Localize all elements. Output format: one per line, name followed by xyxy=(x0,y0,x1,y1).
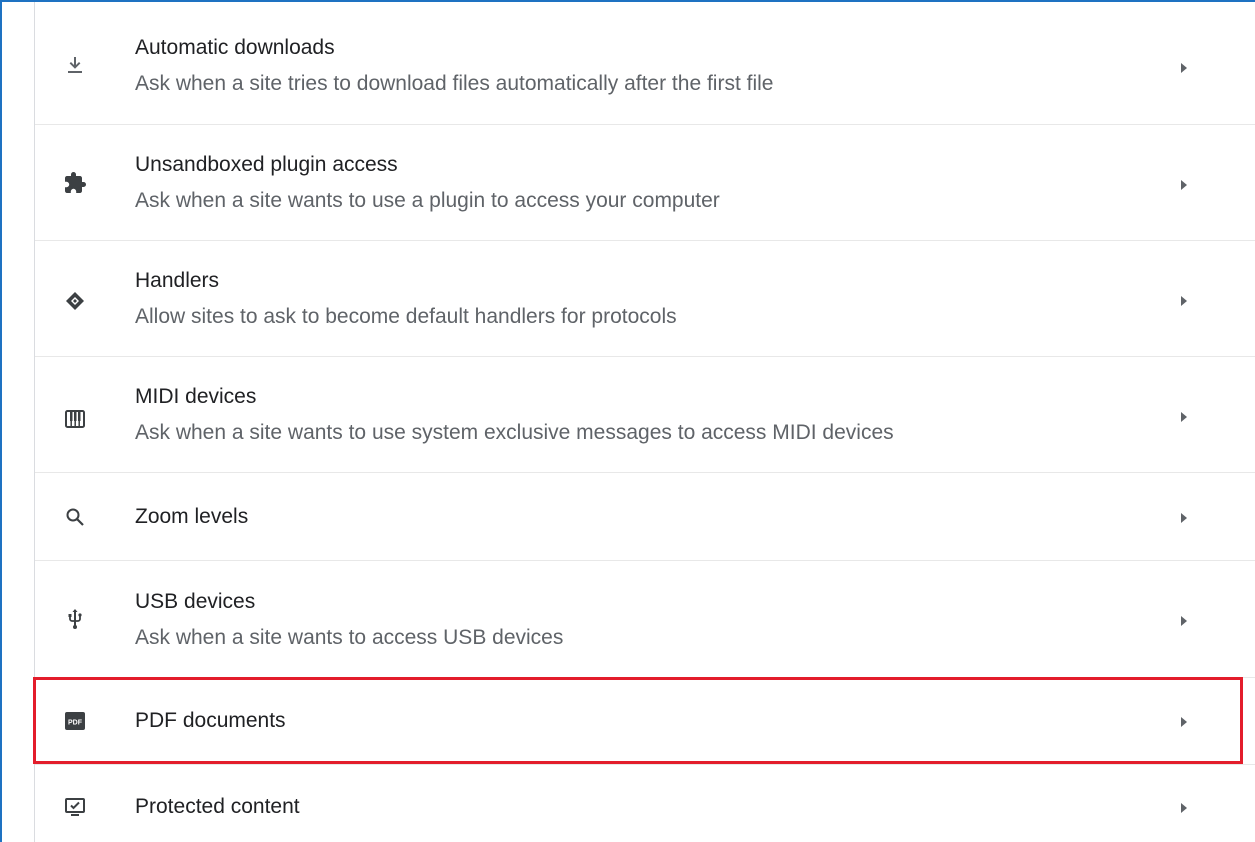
setting-subtitle: Allow sites to ask to become default han… xyxy=(135,305,677,328)
search-icon xyxy=(63,505,87,529)
piano-keys-icon xyxy=(63,407,87,431)
setting-text: Handlers Allow sites to ask to become de… xyxy=(135,268,677,330)
setting-text: Protected content xyxy=(135,794,300,820)
setting-row-midi-devices[interactable]: MIDI devices Ask when a site wants to us… xyxy=(35,356,1255,472)
pdf-icon: PDF xyxy=(63,709,87,733)
setting-text: Automatic downloads Ask when a site trie… xyxy=(135,35,773,97)
setting-subtitle: Ask when a site wants to access USB devi… xyxy=(135,626,564,649)
puzzle-piece-icon xyxy=(63,171,87,195)
setting-row-usb-devices[interactable]: USB devices Ask when a site wants to acc… xyxy=(35,560,1255,677)
setting-title: MIDI devices xyxy=(135,385,257,408)
setting-title: Unsandboxed plugin access xyxy=(135,153,398,176)
setting-text: USB devices Ask when a site wants to acc… xyxy=(135,589,563,651)
setting-row-protected-content[interactable]: Protected content xyxy=(35,764,1255,842)
chevron-right-icon xyxy=(1179,715,1189,729)
setting-title: Automatic downloads xyxy=(135,36,335,59)
setting-title: PDF documents xyxy=(135,709,286,732)
chevron-right-icon xyxy=(1179,801,1189,815)
chevron-right-icon xyxy=(1179,410,1189,424)
setting-title: Handlers xyxy=(135,269,220,292)
setting-subtitle: Ask when a site tries to download files … xyxy=(135,72,774,95)
chevron-right-icon xyxy=(1179,614,1189,628)
setting-row-pdf-documents[interactable]: PDF PDF documents xyxy=(35,677,1255,764)
chevron-right-icon xyxy=(1179,61,1189,75)
setting-row-handlers[interactable]: Handlers Allow sites to ask to become de… xyxy=(35,240,1255,356)
setting-text: PDF documents xyxy=(135,708,286,734)
setting-title: USB devices xyxy=(135,590,256,613)
chevron-right-icon xyxy=(1179,178,1189,192)
pdf-icon-label: PDF xyxy=(68,720,83,727)
handlers-diamond-icon xyxy=(63,289,87,313)
download-icon xyxy=(63,54,87,78)
setting-title: Protected content xyxy=(135,795,300,818)
usb-icon xyxy=(63,607,87,631)
monitor-check-icon xyxy=(63,795,87,819)
setting-text: Zoom levels xyxy=(135,504,248,530)
setting-text: MIDI devices Ask when a site wants to us… xyxy=(135,384,894,446)
setting-row-automatic-downloads[interactable]: Automatic downloads Ask when a site trie… xyxy=(35,2,1255,124)
chevron-right-icon xyxy=(1179,294,1189,308)
setting-subtitle: Ask when a site wants to use system excl… xyxy=(135,421,894,444)
setting-title: Zoom levels xyxy=(135,505,249,528)
setting-subtitle: Ask when a site wants to use a plugin to… xyxy=(135,189,720,212)
chevron-right-icon xyxy=(1179,511,1189,525)
setting-row-zoom-levels[interactable]: Zoom levels xyxy=(35,472,1255,560)
setting-text: Unsandboxed plugin access Ask when a sit… xyxy=(135,152,720,214)
setting-row-unsandboxed-plugin-access[interactable]: Unsandboxed plugin access Ask when a sit… xyxy=(35,124,1255,240)
